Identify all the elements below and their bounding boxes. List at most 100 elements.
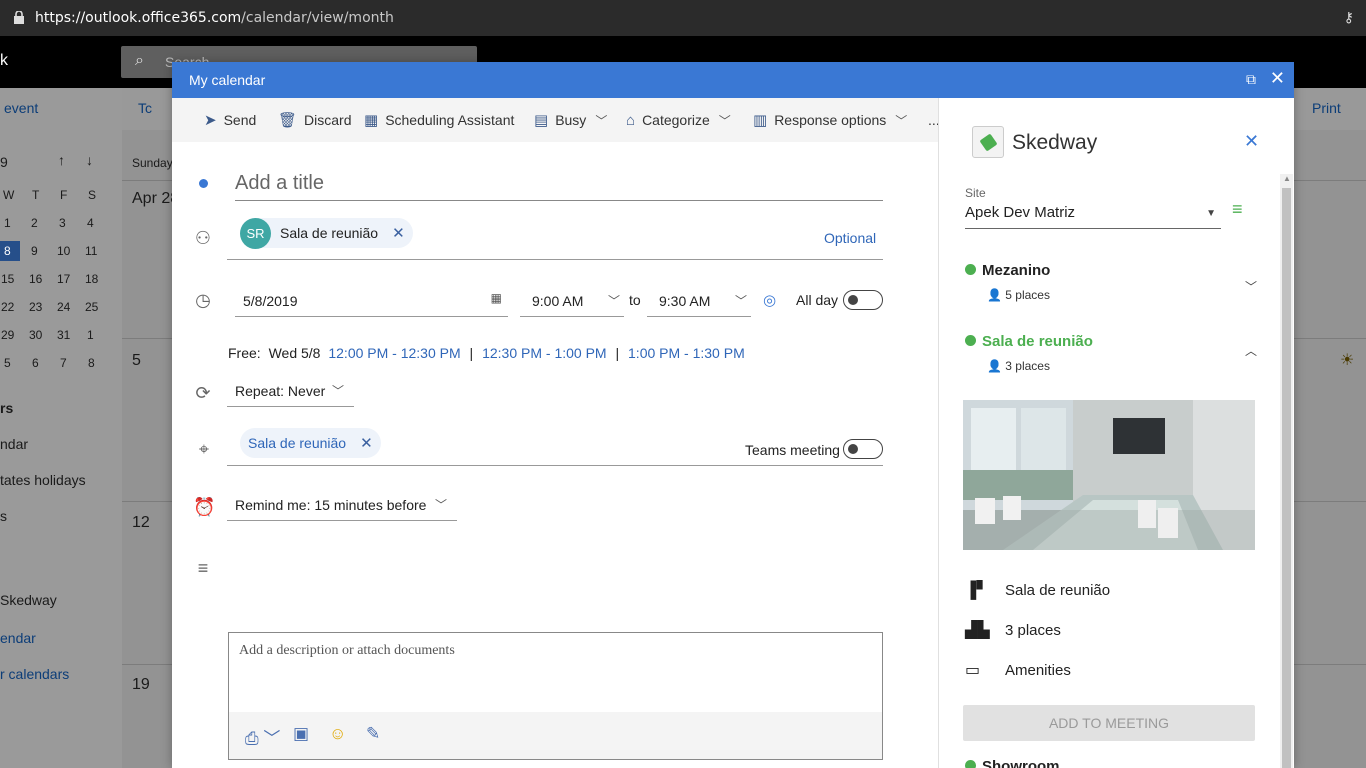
mini-day[interactable]: 24 <box>57 300 70 314</box>
image-icon[interactable]: ▣ <box>293 724 309 744</box>
room-sala-de-reuniao[interactable]: Sala de reunião <box>965 333 1093 350</box>
mini-day[interactable]: 23 <box>29 300 42 314</box>
remove-location-icon[interactable]: ✕ <box>360 434 373 452</box>
mini-day[interactable]: 31 <box>57 328 70 342</box>
categorize-dropdown[interactable]: ⌂ Categorize ﹀ <box>626 110 731 130</box>
month-day-label[interactable]: 5 <box>132 352 141 370</box>
info-amenities[interactable]: ▭ Amenities <box>965 660 1071 680</box>
mini-day[interactable]: 29 <box>1 328 14 342</box>
mini-day[interactable]: 25 <box>85 300 98 314</box>
free-slot[interactable]: 1:00 PM - 1:30 PM <box>628 345 745 361</box>
pane-title: Skedway <box>1012 131 1098 154</box>
start-date-field[interactable]: 5/8/2019 ▦ <box>235 287 508 317</box>
arrow-up-icon[interactable]: ↑ <box>58 152 65 168</box>
emoji-icon[interactable]: ☺ <box>329 724 346 744</box>
scroll-thumb[interactable] <box>1282 188 1291 768</box>
mini-day[interactable]: 6 <box>32 356 39 370</box>
scheduling-assistant-button[interactable]: ▦ Scheduling Assistant <box>364 110 514 130</box>
mini-day[interactable]: 2 <box>31 216 38 230</box>
new-event-button[interactable]: event <box>4 100 38 116</box>
teams-meeting-label: Teams meeting <box>745 442 840 458</box>
end-time-dropdown[interactable]: 9:30 AM ﹀ <box>647 287 751 317</box>
response-icon: ▥ <box>753 112 768 129</box>
mini-day[interactable]: 15 <box>1 272 14 286</box>
skedway-calendar-link[interactable]: endar <box>0 630 36 646</box>
seat-icon: ▟▙ <box>965 622 990 639</box>
reminder-dropdown[interactable]: Remind me: 15 minutes before ﹀ <box>227 493 457 521</box>
location-chip[interactable]: Sala de reunião ✕ <box>240 428 381 458</box>
filter-icon[interactable]: ≡ <box>1232 199 1243 220</box>
search-icon: ⌕ <box>135 52 144 69</box>
title-input[interactable]: Add a title <box>235 170 883 201</box>
browser-url-bar[interactable]: https://outlook.office365.com/calendar/v… <box>0 0 1366 36</box>
description-placeholder: Add a description or attach documents <box>239 643 455 658</box>
avatar: SR <box>240 217 271 249</box>
today-button[interactable]: Tc <box>138 100 152 116</box>
busy-dropdown[interactable]: ▤ Busy ﹀ <box>534 110 607 130</box>
arrow-down-icon[interactable]: ↓ <box>86 152 93 168</box>
site-select[interactable]: Apek Dev Matriz ▼ <box>965 204 1221 229</box>
mini-day[interactable]: 30 <box>29 328 42 342</box>
mini-day[interactable]: 18 <box>85 272 98 286</box>
alarm-icon: ⏰ <box>193 497 216 517</box>
discard-button[interactable]: 🗑 Discard <box>278 110 352 130</box>
key-icon[interactable]: ⚷ <box>1344 9 1354 26</box>
teams-meeting-toggle[interactable] <box>843 439 883 459</box>
free-slot[interactable]: 12:30 PM - 1:00 PM <box>482 345 607 361</box>
all-day-toggle[interactable] <box>843 290 883 310</box>
description-editor[interactable]: Add a description or attach documents ⎙ … <box>228 632 883 760</box>
attendee-chip[interactable]: SR Sala de reunião ✕ <box>240 217 413 249</box>
month-day-label[interactable]: 19 <box>132 676 150 694</box>
mini-day-selected[interactable]: 8 <box>4 244 11 258</box>
time-zone-icon[interactable]: ◎ <box>763 291 776 309</box>
mini-day[interactable]: 11 <box>85 244 97 258</box>
format-icon[interactable]: ✎ <box>366 724 380 744</box>
popout-icon[interactable]: ⧉ <box>1246 71 1256 88</box>
url-text[interactable]: https://outlook.office365.com/calendar/v… <box>35 10 394 26</box>
room-capacity: 👤 3 places <box>987 359 1050 373</box>
repeat-dropdown[interactable]: Repeat: Never ﹀ <box>227 379 354 407</box>
remove-attendee-icon[interactable]: ✕ <box>392 224 405 242</box>
mini-day[interactable]: 9 <box>31 244 38 258</box>
mini-day[interactable]: 22 <box>1 300 14 314</box>
chevron-up-icon[interactable]: ︿ <box>1245 342 1257 359</box>
month-day-label[interactable]: 12 <box>132 514 150 532</box>
optional-attendees-link[interactable]: Optional <box>824 230 876 246</box>
add-to-meeting-button[interactable]: ADD TO MEETING <box>963 705 1255 741</box>
scroll-up-icon[interactable]: ▲ <box>1283 174 1291 183</box>
room-mezanino[interactable]: Mezanino <box>965 262 1050 279</box>
close-pane-icon[interactable]: ✕ <box>1244 131 1259 152</box>
location-icon: ⌖ <box>198 439 210 459</box>
calendar-icon[interactable]: ▦ <box>491 291 502 305</box>
other-calendars-link[interactable]: r calendars <box>0 666 69 682</box>
mini-day[interactable]: 17 <box>57 272 70 286</box>
start-time-dropdown[interactable]: 9:00 AM ﹀ <box>520 287 624 317</box>
response-options-dropdown[interactable]: ▥ Response options ﹀ <box>753 110 907 130</box>
mini-day[interactable]: 5 <box>4 356 11 370</box>
mini-day[interactable]: 7 <box>60 356 67 370</box>
mini-day[interactable]: 3 <box>59 216 66 230</box>
print-button[interactable]: Print <box>1312 100 1341 116</box>
mini-day[interactable]: 1 <box>4 216 11 230</box>
calendar-item[interactable]: s <box>0 508 7 524</box>
free-slot[interactable]: 12:00 PM - 12:30 PM <box>328 345 460 361</box>
skedway-logo <box>972 126 1004 158</box>
attach-icon[interactable]: ⎙ ﹀ <box>245 724 280 749</box>
person-icon: ⚇ <box>194 228 212 248</box>
chevron-down-icon[interactable]: ﹀ <box>1245 278 1257 295</box>
mini-day[interactable]: 8 <box>88 356 95 370</box>
pane-scrollbar[interactable]: ▲ <box>1280 174 1293 768</box>
calendar-item-holidays[interactable]: tates holidays <box>0 472 86 488</box>
chevron-down-icon: ﹀ <box>434 498 447 512</box>
close-icon[interactable]: ✕ <box>1270 68 1285 89</box>
room-showroom[interactable]: Showroom <box>965 758 1060 768</box>
calendar-item[interactable]: ndar <box>0 436 28 452</box>
mini-day[interactable]: 1 <box>87 328 94 342</box>
mini-day[interactable]: 10 <box>57 244 70 258</box>
send-button[interactable]: ➤ Send <box>204 110 256 130</box>
mini-day[interactable]: 16 <box>29 272 42 286</box>
mini-day[interactable]: 4 <box>87 216 94 230</box>
status-icon: ▤ <box>534 112 549 129</box>
separator: | <box>615 345 620 361</box>
skedway-group[interactable]: Skedway <box>0 592 57 608</box>
